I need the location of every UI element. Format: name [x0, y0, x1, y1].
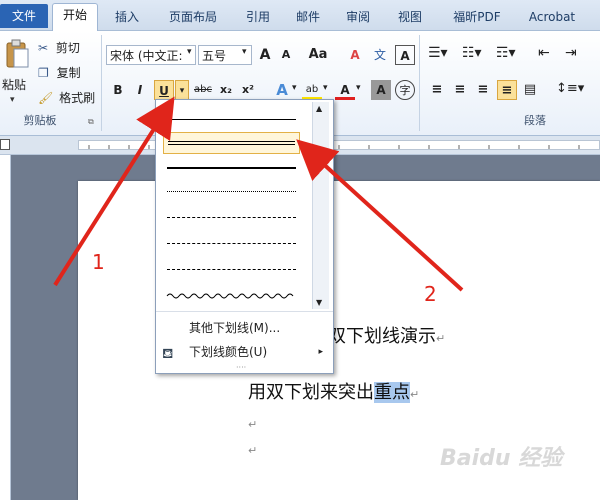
annotation-label-2: 2: [424, 282, 437, 306]
annotation-overlay: [53, 96, 464, 292]
annotation-arrow-1: [53, 96, 175, 287]
annotation-arrow-2: [296, 139, 464, 292]
annotation-label-1: 1: [92, 250, 105, 274]
baidu-jingyan-watermark: Baidu 经验: [440, 446, 563, 471]
